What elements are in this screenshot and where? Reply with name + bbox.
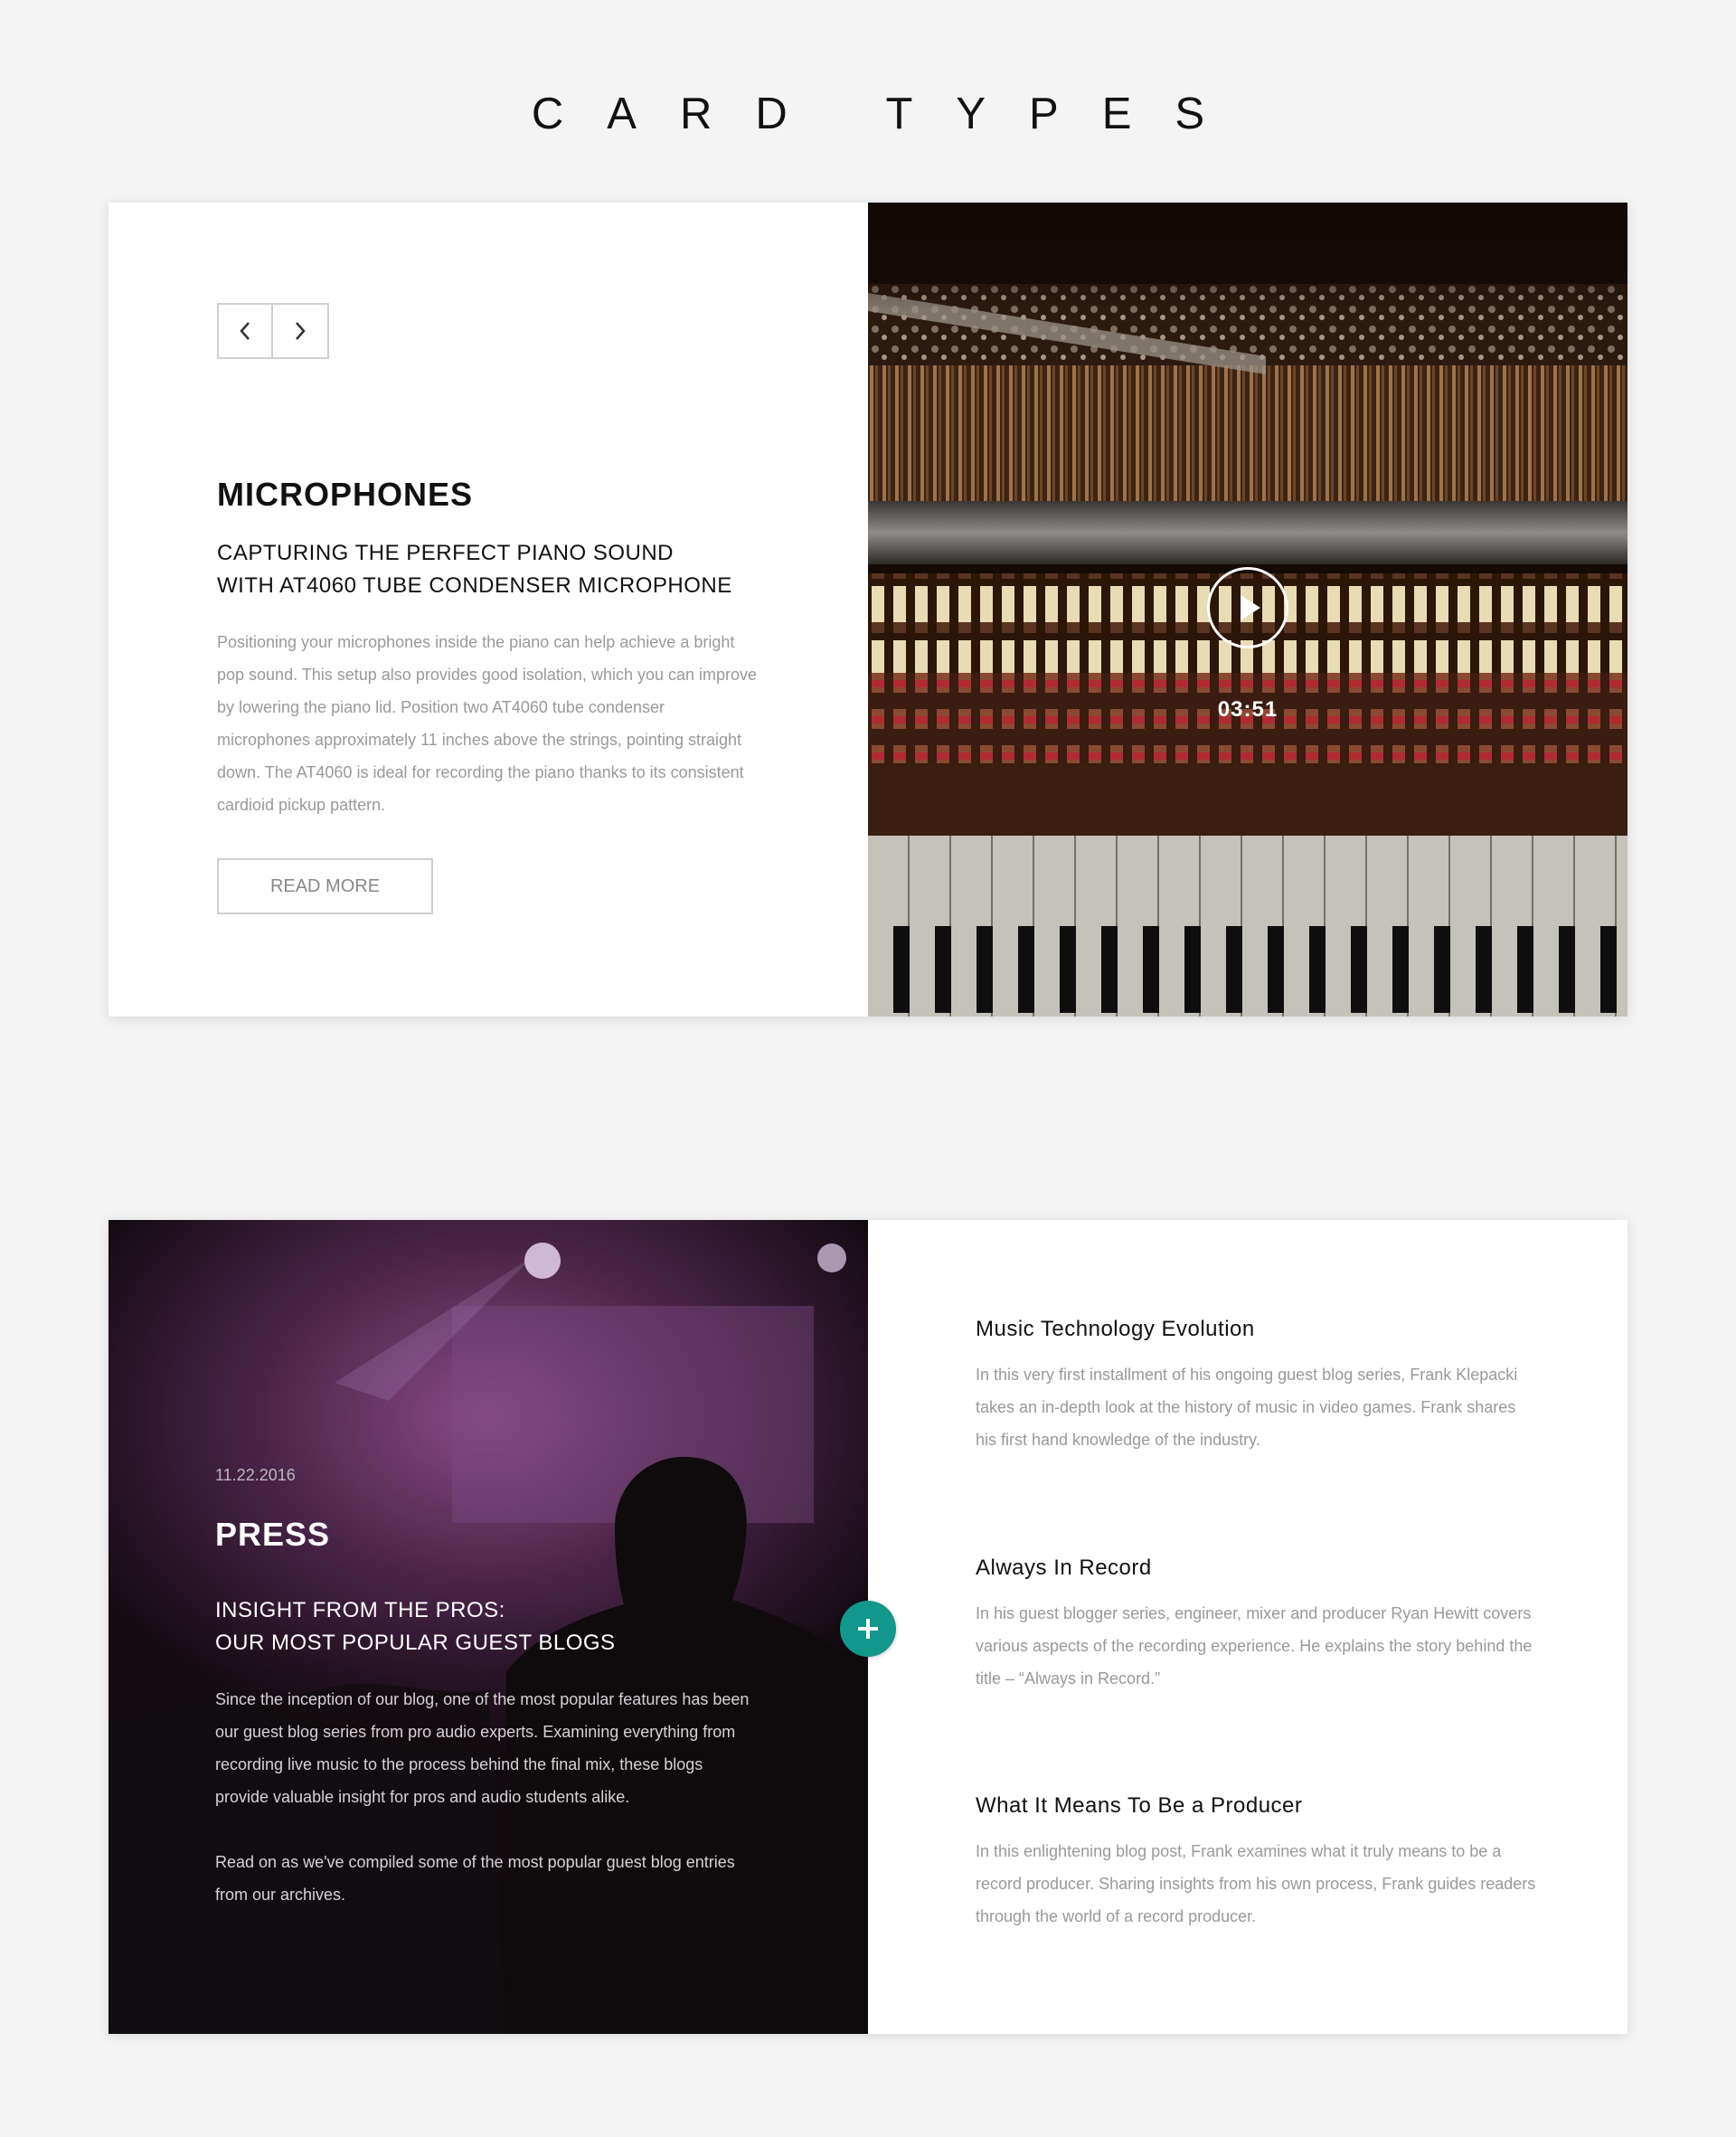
blog-card: 11.22.2016 PRESS INSIGHT FROM THE PROS: … (108, 1220, 1628, 2034)
body-paragraph: Since the inception of our blog, one of … (215, 1690, 750, 1806)
list-item: What It Means To Be a Producer In this e… (976, 1793, 1536, 1933)
post-title[interactable]: Always In Record (976, 1555, 1536, 1581)
video-duration: 03:51 (1217, 697, 1278, 722)
post-excerpt: In this enlightening blog post, Frank ex… (976, 1842, 1536, 1925)
body-paragraph: Read on as we've compiled some of the mo… (215, 1853, 735, 1904)
chevron-right-icon (296, 322, 306, 340)
play-button[interactable] (1207, 567, 1288, 648)
read-more-button[interactable]: READ MORE (217, 858, 433, 914)
next-button[interactable] (273, 303, 329, 359)
plus-icon (858, 1619, 878, 1639)
prev-button[interactable] (217, 303, 273, 359)
card-subtitle-line: WITH AT4060 TUBE CONDENSER MICROPHONE (217, 573, 732, 598)
card-category: MICROPHONES (217, 476, 474, 513)
list-item: Music Technology Evolution In this very … (976, 1317, 1536, 1456)
card-body: Positioning your microphones inside the … (217, 633, 758, 814)
post-date: 11.22.2016 (215, 1466, 296, 1484)
post-excerpt: In this very first installment of his on… (976, 1366, 1518, 1449)
play-icon (1241, 595, 1260, 620)
media-card: MICROPHONES CAPTURING THE PERFECT PIANO … (108, 203, 1628, 1016)
pager (217, 303, 329, 359)
card-subtitle: INSIGHT FROM THE PROS: OUR MOST POPULAR … (215, 1594, 616, 1659)
chevron-left-icon (240, 322, 250, 340)
expand-button[interactable] (840, 1601, 896, 1657)
post-title[interactable]: Music Technology Evolution (976, 1317, 1536, 1342)
post-excerpt: In his guest blogger series, engineer, m… (976, 1604, 1533, 1688)
card-subtitle-line: OUR MOST POPULAR GUEST BLOGS (215, 1631, 616, 1655)
card-content: MICROPHONES CAPTURING THE PERFECT PIANO … (108, 203, 868, 1016)
card-subtitle: CAPTURING THE PERFECT PIANO SOUND WITH A… (217, 537, 732, 602)
card-body: Since the inception of our blog, one of … (215, 1683, 758, 1911)
card-subtitle-line: INSIGHT FROM THE PROS: (215, 1598, 505, 1622)
video-panel[interactable]: 03:51 (868, 203, 1628, 1016)
card-category: PRESS (215, 1516, 331, 1553)
press-panel: 11.22.2016 PRESS INSIGHT FROM THE PROS: … (108, 1220, 868, 2034)
list-item: Always In Record In his guest blogger se… (976, 1555, 1536, 1695)
page-title: CARD TYPES (531, 90, 1249, 138)
post-title[interactable]: What It Means To Be a Producer (976, 1793, 1536, 1819)
post-list: Music Technology Evolution In this very … (868, 1220, 1628, 2034)
card-subtitle-line: CAPTURING THE PERFECT PIANO SOUND (217, 541, 675, 565)
